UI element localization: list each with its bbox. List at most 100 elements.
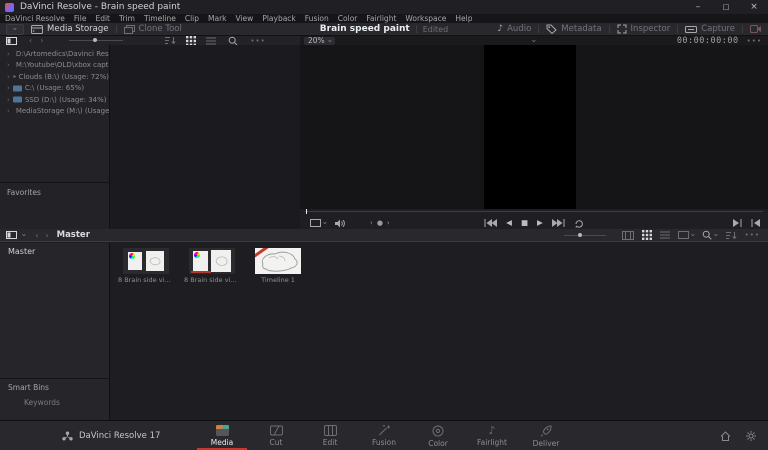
bin-search-dropdown[interactable]: › <box>702 230 717 240</box>
tab-deliver-label: Deliver <box>533 439 560 448</box>
menu-view[interactable]: View <box>236 14 254 23</box>
home-icon[interactable] <box>720 431 731 441</box>
back-button[interactable]: ‹ <box>29 36 32 45</box>
slider-knob[interactable] <box>93 38 97 42</box>
drive-item[interactable]: › C:\ (Usage: 65%) <box>0 83 109 95</box>
list-view-icon[interactable] <box>206 37 216 45</box>
tab-fusion[interactable]: Fusion <box>358 421 410 450</box>
drive-item[interactable]: › Clouds (B:\) (Usage: 72%) <box>0 71 109 83</box>
tab-fairlight[interactable]: ♪ Fairlight <box>466 421 518 450</box>
drive-icon <box>13 85 22 92</box>
tab-edit[interactable]: Edit <box>304 421 356 450</box>
settings-gear-icon[interactable] <box>746 431 756 441</box>
panel-collapse-button[interactable]: › <box>6 24 24 35</box>
menu-fairlight[interactable]: Fairlight <box>366 14 396 23</box>
timeline-thumbnail[interactable] <box>255 248 301 274</box>
menu-color[interactable]: Color <box>338 14 358 23</box>
viewer-clip-dropdown[interactable]: › <box>300 38 768 44</box>
tab-color-label: Color <box>428 439 448 448</box>
slider-knob[interactable] <box>578 233 582 237</box>
menu-fusion[interactable]: Fusion <box>305 14 329 23</box>
expand-chevron-icon[interactable]: › <box>7 61 10 69</box>
sort-icon[interactable] <box>165 36 176 45</box>
tab-media[interactable]: Media <box>196 421 248 450</box>
maximize-button[interactable]: □ <box>712 0 740 14</box>
menu-file[interactable]: File <box>74 14 87 23</box>
viewer-header: 20% › › 00:00:00:00 ••• <box>300 36 768 45</box>
capture-button[interactable]: Capture <box>678 23 742 35</box>
bin-filter-dropdown[interactable]: › <box>678 231 694 239</box>
stop-button[interactable]: ■ <box>521 218 528 228</box>
menu-trim[interactable]: Trim <box>119 14 135 23</box>
bin-sort-icon[interactable] <box>726 231 737 240</box>
panel-toggle-icon[interactable] <box>6 37 17 45</box>
audio-button[interactable]: ♪ Audio <box>490 23 538 35</box>
drive-item[interactable]: › MediaStorage (M:\) (Usage: 94%) <box>0 106 109 118</box>
menu-help[interactable]: Help <box>455 14 472 23</box>
close-button[interactable]: × <box>740 0 768 14</box>
search-icon[interactable] <box>228 36 238 46</box>
playhead[interactable] <box>306 209 307 214</box>
loop-button[interactable] <box>574 219 584 228</box>
tab-color[interactable]: Color <box>412 421 464 450</box>
chevron-down-icon: › <box>12 27 18 30</box>
bin-options-icon[interactable]: ••• <box>745 231 760 239</box>
clip-card[interactable]: 8 Brain side view... <box>118 248 174 284</box>
expand-chevron-icon[interactable]: › <box>7 107 10 115</box>
goto-in-button[interactable] <box>733 219 742 227</box>
scrubber[interactable] <box>305 211 763 212</box>
last-frame-button[interactable] <box>552 219 565 227</box>
menu-davinci-resolve[interactable]: DaVinci Resolve <box>5 14 65 23</box>
media-storage-button[interactable]: Media Storage <box>24 23 116 35</box>
menu-clip[interactable]: Clip <box>185 14 199 23</box>
first-frame-button[interactable] <box>484 219 497 227</box>
clone-tool-button[interactable]: Clone Tool <box>117 23 189 35</box>
bin-forward-button[interactable]: › <box>45 231 48 240</box>
drive-label: C:\ (Usage: 65%) <box>25 84 84 92</box>
bin-back-button[interactable]: ‹ <box>35 231 38 240</box>
bin-clips-area[interactable]: 8 Brain side view... 8 Brain side view..… <box>110 243 768 420</box>
remote-capture-button[interactable] <box>743 23 768 35</box>
expand-chevron-icon[interactable]: › <box>7 50 10 58</box>
menu-timeline[interactable]: Timeline <box>144 14 176 23</box>
menu-playback[interactable]: Playback <box>262 14 295 23</box>
minimize-button[interactable]: – <box>684 0 712 14</box>
step-back-button[interactable]: ◀ <box>506 218 512 228</box>
drive-icon <box>13 96 22 103</box>
timeline-card[interactable]: Timeline 1 <box>250 248 306 284</box>
tab-deliver[interactable]: Deliver <box>520 421 572 450</box>
forward-button[interactable]: › <box>40 36 43 45</box>
drive-item[interactable]: › SSD (D:\) (Usage: 34%) <box>0 94 109 106</box>
clip-thumbnail[interactable] <box>123 248 169 274</box>
metadata-button[interactable]: Metadata <box>539 23 608 35</box>
inspector-button[interactable]: Inspector <box>610 23 678 35</box>
title-divider <box>416 25 417 33</box>
sidebar-item-keywords[interactable]: Keywords <box>24 398 60 407</box>
clip-card[interactable]: 8 Brain side view... <box>184 248 240 284</box>
bin-thumb-size-slider[interactable] <box>564 235 606 236</box>
chevron-down-icon[interactable]: › <box>21 233 27 236</box>
menu-mark[interactable]: Mark <box>208 14 227 23</box>
goto-out-button[interactable] <box>751 219 760 227</box>
thumbnail-size-slider[interactable] <box>69 40 123 41</box>
expand-chevron-icon[interactable]: › <box>7 84 10 92</box>
drive-item[interactable]: › D:\Artomedics\Davinci Resolve (... <box>0 48 109 60</box>
bin-grid-view-icon[interactable] <box>642 230 652 240</box>
grid-view-icon[interactable] <box>186 36 196 46</box>
clip-thumbnail[interactable] <box>189 248 235 274</box>
drive-item[interactable]: › M:\Youtube\OLD\xbox capture... <box>0 60 109 72</box>
menu-workspace[interactable]: Workspace <box>405 14 446 23</box>
bin-panel-toggle-icon[interactable] <box>6 231 17 239</box>
smart-bins-label[interactable]: Smart Bins <box>8 383 49 392</box>
bin-list-view-icon[interactable] <box>660 231 670 239</box>
expand-chevron-icon[interactable]: › <box>7 73 10 81</box>
video-frame[interactable] <box>484 45 576 209</box>
tab-cut[interactable]: Cut <box>250 421 302 450</box>
filmstrip-view-icon[interactable] <box>622 231 634 240</box>
expand-chevron-icon[interactable]: › <box>7 96 10 104</box>
more-options-icon[interactable]: ••• <box>250 37 265 45</box>
play-button[interactable]: ▶ <box>537 218 543 228</box>
storage-browser-area[interactable] <box>110 45 300 229</box>
sidebar-item-master[interactable]: Master <box>0 243 109 256</box>
menu-edit[interactable]: Edit <box>95 14 110 23</box>
